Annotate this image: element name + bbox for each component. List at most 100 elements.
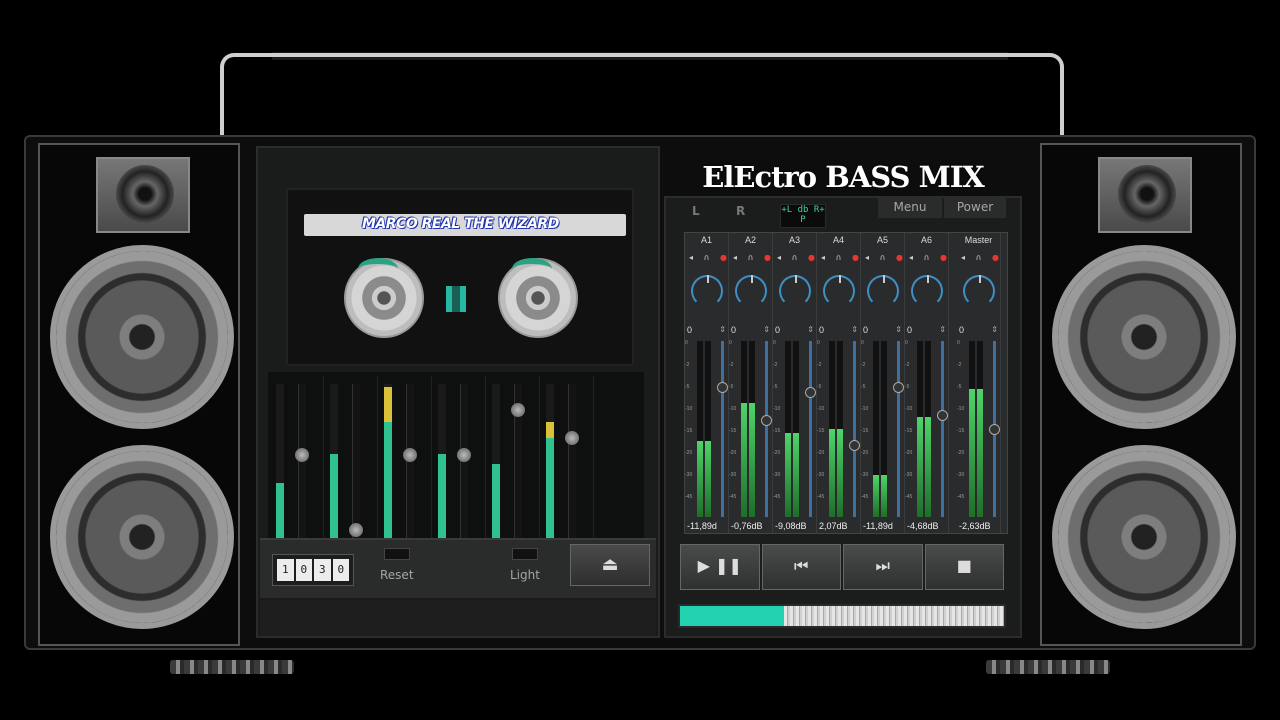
channel-fader[interactable] bbox=[937, 341, 948, 517]
tape-counter[interactable]: 1030 bbox=[272, 554, 354, 586]
headphones-icon[interactable]: ∩ bbox=[748, 253, 754, 263]
record-icon[interactable]: ● bbox=[992, 253, 999, 263]
waveform bbox=[784, 606, 1004, 626]
scale-label: 0 bbox=[905, 340, 908, 346]
pan-stepper-icon[interactable]: ⇕ bbox=[807, 325, 814, 334]
scale-label: -20 bbox=[817, 450, 825, 456]
track-progress[interactable] bbox=[678, 604, 1006, 628]
balance-display-top: +L db R+ bbox=[781, 205, 825, 215]
channel-fader[interactable] bbox=[989, 341, 1000, 517]
light-button[interactable] bbox=[512, 548, 538, 560]
record-icon[interactable]: ● bbox=[764, 253, 771, 263]
scale-label: -45 bbox=[817, 494, 825, 500]
headphones-icon[interactable]: ∩ bbox=[976, 253, 982, 263]
pan-value[interactable]: 0 bbox=[775, 325, 780, 335]
stop-button[interactable]: ■ bbox=[924, 544, 1004, 590]
fader-knob[interactable] bbox=[937, 410, 948, 422]
speaker-icon[interactable]: ◂ bbox=[865, 253, 869, 263]
transport-controls: ▶ ❚❚ ⏮ ⏭ ■ bbox=[680, 544, 1004, 590]
deck-fader[interactable] bbox=[565, 384, 579, 544]
channel-fader[interactable] bbox=[805, 341, 816, 517]
channel-fader[interactable] bbox=[717, 341, 728, 517]
db-scale: 0 -2 -5 -10 -15 -20 -30 -45 bbox=[685, 341, 695, 517]
gain-knob[interactable] bbox=[867, 275, 899, 307]
fader-knob[interactable] bbox=[511, 402, 525, 417]
fader-knob[interactable] bbox=[761, 415, 772, 427]
headphones-icon[interactable]: ∩ bbox=[704, 253, 710, 263]
pan-stepper-icon[interactable]: ⇕ bbox=[991, 325, 998, 334]
left-tweeter bbox=[96, 157, 190, 233]
fader-knob[interactable] bbox=[893, 382, 904, 394]
eject-button[interactable]: ⏏ bbox=[570, 544, 650, 586]
gain-knob[interactable] bbox=[691, 275, 723, 307]
deck-fader[interactable] bbox=[511, 384, 525, 544]
headphones-icon[interactable]: ∩ bbox=[792, 253, 798, 263]
reset-button[interactable] bbox=[384, 548, 410, 560]
pan-value[interactable]: 0 bbox=[687, 325, 692, 335]
record-icon[interactable]: ● bbox=[720, 253, 727, 263]
headphones-icon[interactable]: ∩ bbox=[924, 253, 930, 263]
scale-label: -5 bbox=[773, 384, 778, 390]
db-scale: 0 -2 -5 -10 -15 -20 -30 -45 bbox=[817, 341, 827, 517]
pan-value[interactable]: 0 bbox=[819, 325, 824, 335]
scale-label: -10 bbox=[817, 406, 825, 412]
pan-value[interactable]: 0 bbox=[907, 325, 912, 335]
gain-knob[interactable] bbox=[963, 275, 995, 307]
record-icon[interactable]: ● bbox=[808, 253, 815, 263]
deck-fader[interactable] bbox=[403, 384, 417, 544]
speaker-icon[interactable]: ◂ bbox=[777, 253, 781, 263]
channel-meter bbox=[749, 341, 755, 517]
fader-knob[interactable] bbox=[989, 423, 1000, 435]
menu-button[interactable]: Menu bbox=[878, 198, 942, 218]
gain-knob[interactable] bbox=[779, 275, 811, 307]
channel-fader[interactable] bbox=[893, 341, 904, 517]
previous-button[interactable]: ⏮ bbox=[761, 544, 841, 590]
pan-value[interactable]: 0 bbox=[863, 325, 868, 335]
left-foot bbox=[170, 660, 294, 674]
fader-knob[interactable] bbox=[565, 431, 579, 445]
level-meter bbox=[546, 384, 554, 544]
fader-knob[interactable] bbox=[403, 447, 417, 462]
fader-knob[interactable] bbox=[717, 382, 728, 394]
gain-knob[interactable] bbox=[823, 275, 855, 307]
gain-knob[interactable] bbox=[735, 275, 767, 307]
counter-digit: 3 bbox=[314, 559, 331, 581]
pan-stepper-icon[interactable]: ⇕ bbox=[895, 325, 902, 334]
deck-fader[interactable] bbox=[295, 384, 309, 544]
fader-knob[interactable] bbox=[805, 387, 816, 399]
speaker-icon[interactable]: ◂ bbox=[909, 253, 913, 263]
next-button[interactable]: ⏭ bbox=[843, 544, 923, 590]
speaker-icon[interactable]: ◂ bbox=[689, 253, 693, 263]
headphones-icon[interactable]: ∩ bbox=[880, 253, 886, 263]
fader-knob[interactable] bbox=[295, 447, 309, 462]
power-button[interactable]: Power bbox=[944, 198, 1006, 218]
db-scale: 0 -2 -5 -10 -15 -20 -30 -45 bbox=[861, 341, 871, 517]
gain-knob[interactable] bbox=[911, 275, 943, 307]
scale-label: -15 bbox=[905, 428, 913, 434]
speaker-icon[interactable]: ◂ bbox=[821, 253, 825, 263]
channel-db-value: -4,68dB bbox=[907, 521, 939, 531]
pan-value[interactable]: 0 bbox=[731, 325, 736, 335]
deck-fader[interactable] bbox=[349, 384, 363, 544]
pan-stepper-icon[interactable]: ⇕ bbox=[763, 325, 770, 334]
pan-stepper-icon[interactable]: ⇕ bbox=[851, 325, 858, 334]
headphones-icon[interactable]: ∩ bbox=[836, 253, 842, 263]
channel-fader[interactable] bbox=[761, 341, 772, 517]
pan-stepper-icon[interactable]: ⇕ bbox=[939, 325, 946, 334]
pan-value[interactable]: 0 bbox=[959, 325, 964, 335]
play-pause-button[interactable]: ▶ ❚❚ bbox=[680, 544, 760, 590]
record-icon[interactable]: ● bbox=[852, 253, 859, 263]
fader-knob[interactable] bbox=[457, 447, 471, 462]
deck-fader[interactable] bbox=[457, 384, 471, 544]
record-icon[interactable]: ● bbox=[896, 253, 903, 263]
scale-label: -15 bbox=[817, 428, 825, 434]
speaker-icon[interactable]: ◂ bbox=[961, 253, 965, 263]
pan-stepper-icon[interactable]: ⇕ bbox=[719, 325, 726, 334]
deck-strip bbox=[542, 376, 594, 548]
channel-fader[interactable] bbox=[849, 341, 860, 517]
record-icon[interactable]: ● bbox=[940, 253, 947, 263]
carry-handle bbox=[220, 53, 1064, 137]
speaker-icon[interactable]: ◂ bbox=[733, 253, 737, 263]
fader-knob[interactable] bbox=[349, 522, 363, 537]
fader-knob[interactable] bbox=[849, 440, 860, 451]
